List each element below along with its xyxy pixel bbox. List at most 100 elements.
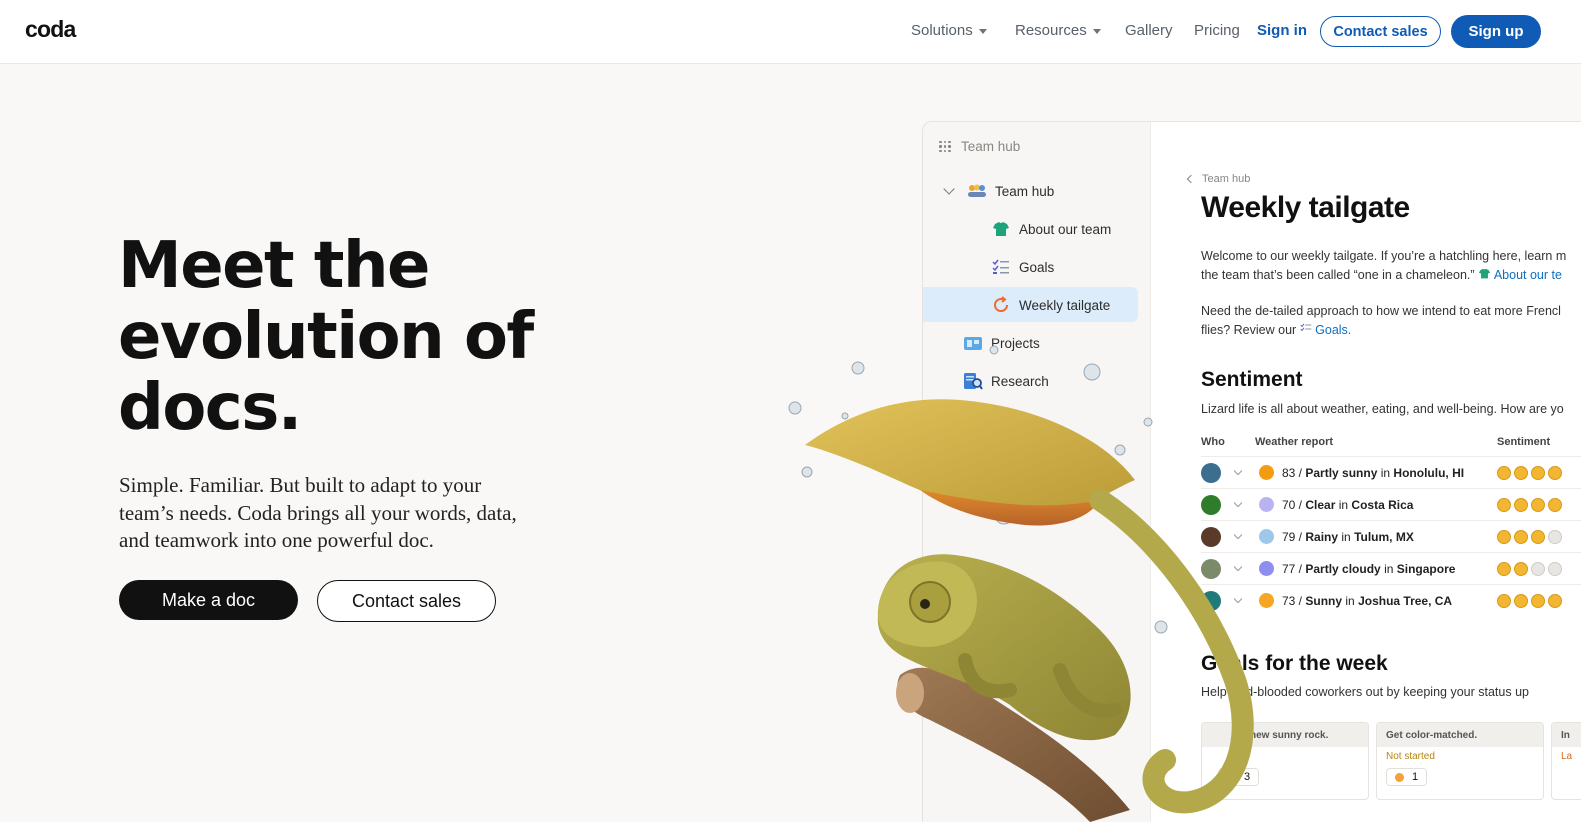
chameleon-pupil-shape xyxy=(920,599,930,609)
chevron-left-icon xyxy=(1186,174,1196,184)
goal-card-title: Get color-matched. xyxy=(1377,723,1543,747)
contact-sales-button[interactable]: Contact sales xyxy=(317,580,496,622)
nav-resources[interactable]: Resources xyxy=(1015,22,1101,39)
smiley-icon[interactable] xyxy=(1514,465,1528,480)
nav-gallery[interactable]: Gallery xyxy=(1125,22,1173,39)
sidebar-item-goals[interactable]: Goals xyxy=(991,258,1054,276)
sidebar-header-label: Team hub xyxy=(961,139,1021,154)
chameleon-eye-shape xyxy=(909,581,951,623)
column-header-sentiment[interactable]: Sentiment xyxy=(1497,436,1550,448)
sidebar-item-team-hub[interactable]: Team hub xyxy=(941,182,1054,200)
shirt-icon xyxy=(1479,268,1491,279)
place-value: Costa Rica xyxy=(1351,497,1414,512)
intro-line-text: the team that’s been called “one in a ch… xyxy=(1201,268,1475,282)
approach-line-text: flies? Review our xyxy=(1201,323,1297,337)
goal-card-status: Not started xyxy=(1386,751,1435,762)
sentiment-rating[interactable] xyxy=(1497,497,1562,512)
sidebar-item-weekly-tailgate[interactable]: Weekly tailgate xyxy=(991,296,1110,314)
reaction-icon xyxy=(1395,772,1404,782)
weather-report-text: 79 / Rainy in Tulum, MX xyxy=(1282,530,1414,544)
condition-value: Partly sunny xyxy=(1305,465,1378,480)
branch-end-shape xyxy=(896,673,924,713)
in-label: in xyxy=(1338,497,1349,512)
sidebar-item-label: Goals xyxy=(1019,259,1055,275)
shirt-icon xyxy=(991,220,1011,238)
chevron-down-icon xyxy=(978,28,987,34)
in-label: in xyxy=(1384,561,1394,576)
chevron-down-icon[interactable] xyxy=(943,183,955,195)
smiley-icon[interactable] xyxy=(1497,497,1511,512)
about-team-link[interactable]: About our te xyxy=(1478,268,1562,282)
breadcrumb[interactable]: Team hub xyxy=(1186,173,1251,185)
smiley-icon[interactable] xyxy=(1497,561,1511,576)
place-value: Honolulu, HI xyxy=(1393,465,1465,480)
smiley-icon[interactable] xyxy=(1514,561,1528,576)
sentiment-rating[interactable] xyxy=(1497,529,1562,544)
goal-card[interactable]: Get color-matched. Not started 1 xyxy=(1376,722,1544,800)
goal-card[interactable]: In La xyxy=(1551,722,1581,800)
sidebar-item-about[interactable]: About our team xyxy=(991,220,1111,238)
goal-card-count[interactable]: 1 xyxy=(1386,768,1428,786)
hero-subtitle: Simple. Familiar. But built to adapt to … xyxy=(119,473,517,552)
approach-paragraph: Need the de-tailed approach to how we in… xyxy=(1201,302,1561,340)
about-team-link-label: About our te xyxy=(1493,268,1562,282)
smiley-icon[interactable] xyxy=(1548,529,1562,544)
sidebar-item-label: Weekly tailgate xyxy=(1019,297,1111,313)
hero-title-line: evolution of xyxy=(118,300,534,374)
make-a-doc-button[interactable]: Make a doc xyxy=(119,580,298,620)
smiley-icon[interactable] xyxy=(1531,497,1545,512)
hero-title-line: docs. xyxy=(118,371,302,445)
sentiment-rating[interactable] xyxy=(1497,561,1562,576)
breadcrumb-label: Team hub xyxy=(1202,173,1251,185)
contact-sales-nav-button[interactable]: Contact sales xyxy=(1320,16,1441,47)
nav-resources-label: Resources xyxy=(1015,22,1087,39)
hero-title-line: Meet the xyxy=(118,229,430,303)
nav-pricing[interactable]: Pricing xyxy=(1194,22,1240,39)
smiley-icon[interactable] xyxy=(1531,529,1545,544)
condition-value: Partly cloudy xyxy=(1305,561,1381,576)
doc-title: Weekly tailgate xyxy=(1201,191,1410,224)
in-label: in xyxy=(1380,465,1391,480)
smiley-icon[interactable] xyxy=(1548,593,1562,608)
smiley-icon[interactable] xyxy=(1531,561,1545,576)
tail-shape xyxy=(1089,489,1254,814)
smiley-icon[interactable] xyxy=(1548,561,1562,576)
goals-link[interactable]: Goals. xyxy=(1299,323,1352,337)
sentiment-rating[interactable] xyxy=(1497,593,1562,608)
sidebar-header: Team hub xyxy=(939,139,1020,154)
condition-value: Rainy xyxy=(1305,529,1339,544)
smiley-icon[interactable] xyxy=(1514,497,1528,512)
goals-link-label: Goals. xyxy=(1315,323,1352,337)
place-value: Joshua Tree, CA xyxy=(1358,593,1453,608)
sidebar-item-label: About our team xyxy=(1019,221,1112,237)
smiley-icon[interactable] xyxy=(1548,465,1562,480)
weather-report-text: 77 / Partly cloudy in Singapore xyxy=(1282,562,1455,576)
sentiment-rating[interactable] xyxy=(1497,465,1562,480)
smiley-icon[interactable] xyxy=(1497,529,1511,544)
approach-line: flies? Review our Goals. xyxy=(1201,321,1561,340)
in-label: in xyxy=(1345,593,1355,608)
condition-value: Clear xyxy=(1305,497,1336,512)
sign-up-button[interactable]: Sign up xyxy=(1451,15,1541,48)
chevron-down-icon xyxy=(1092,28,1101,34)
nav-solutions[interactable]: Solutions xyxy=(911,22,987,39)
smiley-icon[interactable] xyxy=(1497,465,1511,480)
sign-in-link[interactable]: Sign in xyxy=(1257,22,1307,39)
top-nav: coda Solutions Resources Gallery Pricing… xyxy=(0,0,1581,64)
intro-line: the team that’s been called “one in a ch… xyxy=(1201,266,1566,285)
coda-logo[interactable]: coda xyxy=(25,16,76,43)
smiley-icon[interactable] xyxy=(1548,497,1562,512)
weather-report-text: 73 / Sunny in Joshua Tree, CA xyxy=(1282,594,1452,608)
checklist-icon xyxy=(1299,323,1312,332)
grid-icon xyxy=(939,140,951,153)
smiley-icon[interactable] xyxy=(1514,593,1528,608)
chameleon-illustration xyxy=(788,345,1254,822)
hero-title: Meet the evolution of docs. xyxy=(118,231,588,444)
nav-solutions-label: Solutions xyxy=(911,22,973,39)
smiley-icon[interactable] xyxy=(1531,593,1545,608)
smiley-icon[interactable] xyxy=(1531,465,1545,480)
intro-line: Welcome to our weekly tailgate. If you’r… xyxy=(1201,249,1567,263)
place-value: Tulum, MX xyxy=(1354,529,1414,544)
smiley-icon[interactable] xyxy=(1514,529,1528,544)
smiley-icon[interactable] xyxy=(1497,593,1511,608)
